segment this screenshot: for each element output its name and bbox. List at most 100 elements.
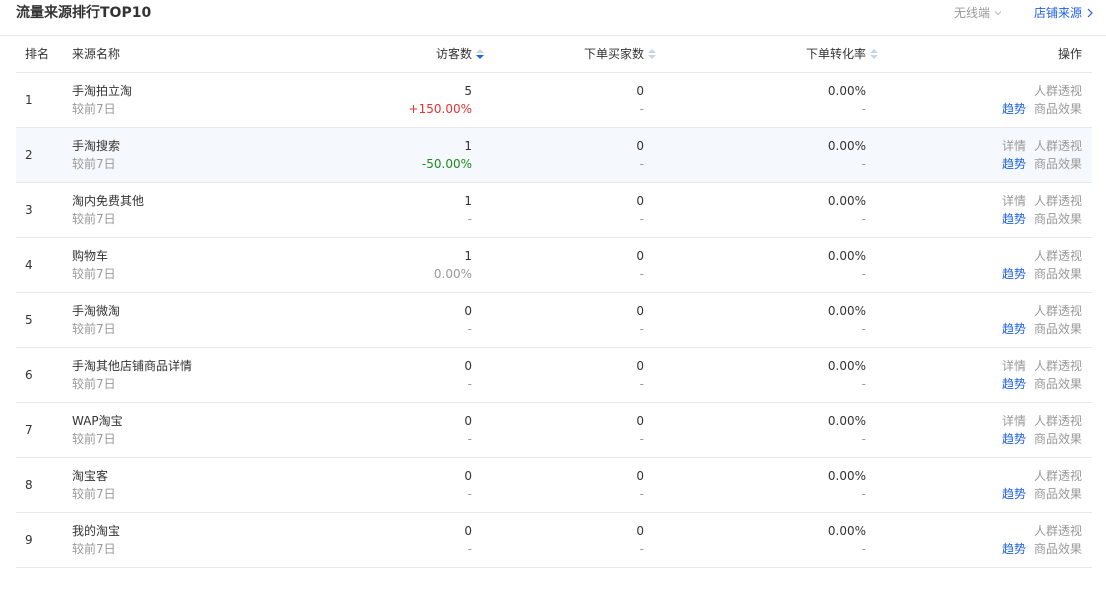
goods-effect-link[interactable]: 商品效果 (1034, 212, 1082, 226)
crowd-link[interactable]: 人群透视 (1034, 359, 1082, 373)
crowd-link[interactable]: 人群透视 (1034, 139, 1082, 153)
sort-icon[interactable] (476, 48, 484, 60)
visitors-cell: 0 - (464, 412, 472, 448)
table-row: 9 我的淘宝 较前7日 0 - 0 - 0.00% - 人群透视 趋势 商品效果 (16, 513, 1092, 568)
table-row: 8 淘宝客 较前7日 0 - 0 - 0.00% - 人群透视 趋势 商品效果 (16, 458, 1092, 513)
trend-link[interactable]: 趋势 (1002, 542, 1026, 556)
crowd-link[interactable]: 人群透视 (1034, 249, 1082, 263)
goods-effect-link[interactable]: 商品效果 (1034, 487, 1082, 501)
conversion-cell: 0.00% - (828, 247, 866, 283)
goods-effect-link[interactable]: 商品效果 (1034, 157, 1082, 171)
table-row: 1 手淘拍立淘 较前7日 5 +150.00% 0 - 0.00% - 人群透视… (16, 73, 1092, 128)
visitors-cell: 0 - (464, 302, 472, 338)
column-conversion[interactable]: 下单转化率 (806, 36, 878, 72)
conversion-value: 0.00% (827, 84, 866, 98)
trend-link[interactable]: 趋势 (1002, 432, 1026, 446)
visitors-value: 1 (464, 139, 472, 153)
table-row: 6 手淘其他店铺商品详情 较前7日 0 - 0 - 0.00% - 详情 人群透视… (16, 348, 1092, 403)
source-cell: 手淘微淘 较前7日 (72, 302, 120, 338)
visitors-delta: - (467, 542, 472, 556)
device-dropdown-label: 无线端 (953, 6, 990, 20)
trend-link[interactable]: 趋势 (1002, 377, 1026, 391)
table-row: 4 购物车 较前7日 1 0.00% 0 - 0.00% - 人群透视 趋势 商品… (16, 238, 1092, 293)
conversion-cell: 0.00% - (828, 82, 866, 118)
detail-link[interactable]: 详情 (1002, 359, 1026, 373)
actions-cell: 详情 人群透视 趋势 商品效果 (994, 412, 1082, 448)
visitors-value: 1 (464, 249, 472, 263)
goods-effect-link[interactable]: 商品效果 (1034, 322, 1082, 336)
compare-label: 较前7日 (72, 377, 116, 391)
visitors-value: 0 (464, 359, 472, 373)
goods-effect-link[interactable]: 商品效果 (1034, 267, 1082, 281)
table-row: 3 淘内免费其他 较前7日 1 - 0 - 0.00% - 详情 人群透视 趋势商… (16, 183, 1092, 238)
buyers-cell: 0 - (636, 137, 644, 173)
buyers-delta: - (639, 487, 644, 501)
buyers-cell: 0 - (636, 192, 644, 228)
trend-link[interactable]: 趋势 (1002, 157, 1026, 171)
conversion-delta: - (861, 212, 866, 226)
sort-icon[interactable] (870, 48, 878, 60)
goods-effect-link[interactable]: 商品效果 (1034, 102, 1082, 116)
goods-effect-link[interactable]: 商品效果 (1034, 542, 1082, 556)
actions-cell: 详情 人群透视 趋势 商品效果 (994, 192, 1082, 228)
visitors-cell: 1 0.00% (434, 247, 472, 283)
detail-link[interactable]: 详情 (1002, 139, 1026, 153)
buyers-cell: 0 - (636, 247, 644, 283)
compare-label: 较前7日 (72, 102, 116, 116)
goods-effect-link[interactable]: 商品效果 (1034, 377, 1082, 391)
rank-cell: 4 (25, 258, 33, 272)
actions-cell: 人群透视 趋势 商品效果 (994, 247, 1082, 283)
column-buyers[interactable]: 下单买家数 (584, 36, 656, 72)
sort-icon[interactable] (648, 48, 656, 60)
goods-effect-link[interactable]: 商品效果 (1034, 432, 1082, 446)
column-conversion-label: 下单转化率 (805, 47, 866, 61)
crowd-link[interactable]: 人群透视 (1034, 469, 1082, 483)
conversion-delta: - (861, 102, 866, 116)
detail-link[interactable]: 详情 (1002, 194, 1026, 208)
buyers-delta: - (639, 377, 644, 391)
shop-source-link[interactable]: 店铺来源 (1034, 4, 1094, 22)
conversion-delta: - (861, 542, 866, 556)
visitors-cell: 1 - (464, 192, 472, 228)
buyers-delta: - (639, 102, 644, 116)
trend-link[interactable]: 趋势 (1002, 212, 1026, 226)
actions-cell: 人群透视 趋势 商品效果 (994, 302, 1082, 338)
conversion-cell: 0.00% - (828, 302, 866, 338)
buyers-cell: 0 - (636, 357, 644, 393)
crowd-link[interactable]: 人群透视 (1034, 524, 1082, 538)
conversion-delta: - (861, 322, 866, 336)
buyers-delta: - (639, 157, 644, 171)
conversion-delta: - (861, 157, 866, 171)
visitors-delta: - (467, 322, 472, 336)
trend-link[interactable]: 趋势 (1002, 267, 1026, 281)
crowd-link[interactable]: 人群透视 (1034, 84, 1082, 98)
conversion-value: 0.00% (827, 414, 866, 428)
compare-label: 较前7日 (72, 542, 116, 556)
visitors-delta: - (467, 377, 472, 391)
trend-link[interactable]: 趋势 (1002, 102, 1026, 116)
crowd-link[interactable]: 人群透视 (1034, 414, 1082, 428)
compare-label: 较前7日 (72, 487, 116, 501)
crowd-link[interactable]: 人群透视 (1034, 304, 1082, 318)
actions-cell: 详情 人群透视 趋势 商品效果 (994, 137, 1082, 173)
compare-label: 较前7日 (72, 267, 116, 281)
source-cell: 淘宝客 较前7日 (72, 467, 116, 503)
rank-cell: 8 (25, 478, 33, 492)
chevron-right-icon (1087, 8, 1093, 18)
source-cell: 手淘搜索 较前7日 (72, 137, 120, 173)
detail-link[interactable]: 详情 (1002, 414, 1026, 428)
trend-link[interactable]: 趋势 (1002, 322, 1026, 336)
source-name: 我的淘宝 (72, 524, 121, 538)
conversion-value: 0.00% (827, 194, 866, 208)
crowd-link[interactable]: 人群透视 (1034, 194, 1082, 208)
trend-link[interactable]: 趋势 (1002, 487, 1026, 501)
visitors-cell: 1 -50.00% (422, 137, 472, 173)
visitors-delta: +150.00% (408, 102, 472, 116)
source-name: WAP淘宝 (72, 414, 123, 428)
buyers-delta: - (639, 432, 644, 446)
shop-source-label: 店铺来源 (1033, 6, 1082, 20)
device-dropdown[interactable]: 无线端 (954, 4, 1002, 22)
buyers-cell: 0 - (636, 302, 644, 338)
column-visitors[interactable]: 访客数 (436, 36, 484, 72)
conversion-delta: - (861, 267, 866, 281)
